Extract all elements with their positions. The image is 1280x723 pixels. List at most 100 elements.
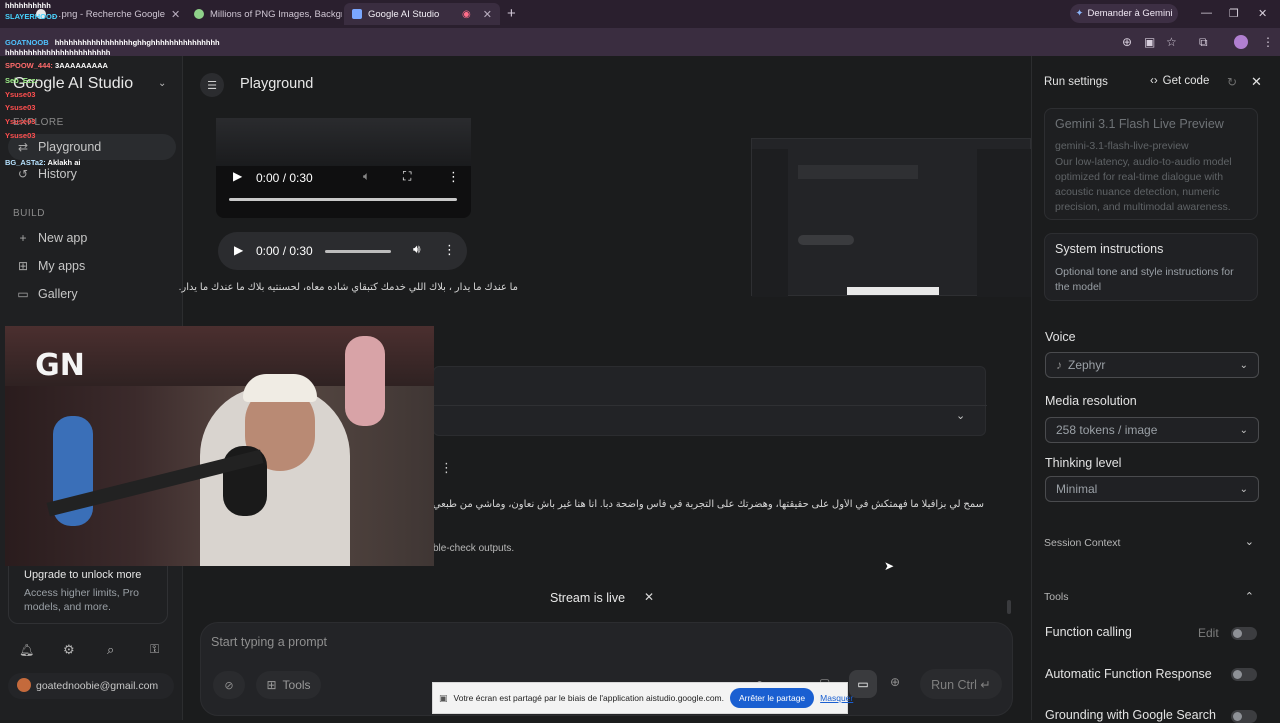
- tools-section-label: Tools: [1044, 591, 1069, 603]
- play-icon[interactable]: ▶: [234, 243, 243, 257]
- chat-user: Ysuse03: [5, 117, 36, 126]
- close-tab-icon[interactable]: ✕: [483, 8, 492, 21]
- chat-text: 3AAAAAAAAA: [55, 61, 108, 70]
- search-icon[interactable]: ⌕: [107, 642, 114, 658]
- video-progress-bar[interactable]: [229, 198, 457, 201]
- chevron-down-icon[interactable]: ⌄: [956, 409, 965, 422]
- sidebar-item-my-apps[interactable]: ⊞ My apps: [16, 259, 85, 273]
- tools-section-header[interactable]: Tools ⌃: [1044, 591, 1258, 603]
- notifications-icon[interactable]: 🔔︎: [19, 643, 34, 657]
- camera-off-button[interactable]: ⊘: [213, 671, 245, 699]
- sidebar-item-new-app[interactable]: + New app: [16, 231, 87, 245]
- session-context-header[interactable]: Session Context ⌄: [1044, 536, 1258, 549]
- upgrade-title: Upgrade to unlock more: [24, 569, 142, 581]
- new-tab-button[interactable]: +: [507, 5, 516, 22]
- close-stream-icon[interactable]: ✕: [644, 590, 654, 604]
- recording-icon: ◉: [462, 8, 471, 20]
- chat-user: Seb_Ezz:: [5, 76, 38, 85]
- minimize-icon[interactable]: —: [1201, 7, 1212, 19]
- collapsible-block[interactable]: ⌄: [433, 366, 987, 436]
- hide-link[interactable]: Masquer: [820, 693, 853, 703]
- bookmark-star-icon[interactable]: ☆: [1166, 35, 1177, 49]
- thumbnail-content: [798, 235, 854, 245]
- key-icon[interactable]: ⚿: [150, 642, 159, 657]
- close-window-icon[interactable]: ✕: [1258, 7, 1267, 20]
- video-menu-icon[interactable]: ⋮: [447, 169, 460, 185]
- close-panel-icon[interactable]: ✕: [1251, 74, 1262, 90]
- avatar: [17, 678, 31, 692]
- mouse-cursor: ➤: [884, 559, 895, 573]
- run-settings-title: Run settings: [1044, 76, 1108, 88]
- ask-gemini-button[interactable]: ✦ Demander à Gemini: [1070, 4, 1178, 23]
- thumbnail-content: [798, 165, 918, 179]
- voice-select[interactable]: ♪ Zephyr ⌄: [1045, 352, 1259, 378]
- sidebar-toggle-button[interactable]: ☰: [200, 73, 224, 97]
- chat-line: Ysuse03: [5, 103, 35, 112]
- message-menu-icon[interactable]: ⋮: [440, 460, 453, 476]
- model-card[interactable]: Gemini 3.1 Flash Live Preview gemini-3.1…: [1044, 108, 1258, 220]
- maximize-icon[interactable]: ❐: [1229, 7, 1239, 20]
- playground-icon: ⇄: [17, 140, 29, 154]
- close-tab-icon[interactable]: ✕: [171, 8, 180, 21]
- function-calling-toggle[interactable]: [1231, 627, 1257, 640]
- profile-avatar[interactable]: [1234, 35, 1248, 49]
- fullscreen-icon[interactable]: ⛶: [403, 169, 411, 184]
- add-icon[interactable]: ⊕: [890, 675, 900, 689]
- video-thumbnail: [216, 118, 471, 166]
- extensions-icon[interactable]: ⧉: [1199, 35, 1208, 50]
- audio-menu-icon[interactable]: ⋮: [443, 242, 456, 258]
- settings-gear-icon[interactable]: ⚙: [63, 642, 75, 658]
- zoom-icon[interactable]: ⊕: [1122, 35, 1132, 49]
- audio-time: 0:00 / 0:30: [256, 244, 313, 258]
- auto-function-response-toggle[interactable]: [1231, 668, 1257, 681]
- sidebar-label: History: [38, 167, 77, 181]
- sidebar-item-playground-label[interactable]: ⇄ Playground: [16, 140, 101, 154]
- run-settings-panel: Run settings ‹› Get code ↻ ✕ Gemini 3.1 …: [1031, 56, 1280, 723]
- divider: [434, 405, 987, 406]
- function-calling-label: Function calling: [1045, 625, 1132, 639]
- browser-tab[interactable]: Millions of PNG Images, Backgr… ✕: [186, 3, 342, 25]
- grounding-toggle[interactable]: [1231, 710, 1257, 723]
- cast-icon[interactable]: ▣: [1144, 35, 1155, 49]
- ai-studio-favicon: [352, 9, 362, 19]
- tools-button[interactable]: ⊞ Tools: [256, 671, 321, 699]
- browser-menu-icon[interactable]: ⋮: [1262, 35, 1274, 49]
- browser-tab-active[interactable]: Google AI Studio ◉ ✕: [344, 3, 500, 25]
- model-message-arabic-1: ما عندك ما يدار ، بلاك اللي خدمك كتبقاي …: [178, 282, 518, 293]
- upgrade-card[interactable]: Upgrade to unlock more Access higher lim…: [8, 556, 168, 624]
- system-instructions-card[interactable]: System instructions Optional tone and st…: [1044, 233, 1258, 301]
- run-button[interactable]: Run Ctrl ↵: [920, 669, 1002, 699]
- volume-icon[interactable]: 🔊︎: [413, 242, 421, 257]
- audio-seek-bar[interactable]: [325, 250, 391, 253]
- chevron-down-icon[interactable]: ⌄: [158, 78, 166, 89]
- chat-line: Seb_Ezz:: [5, 76, 38, 85]
- session-context-label: Session Context: [1044, 537, 1121, 549]
- voice-label: Voice: [1045, 330, 1076, 344]
- figurine: [345, 336, 385, 426]
- get-code-label: Get code: [1162, 75, 1210, 87]
- browser-tab-bar: …png - Recherche Google ✕ Millions of PN…: [0, 0, 1280, 28]
- chat-text: hhhhhhhhhh: [5, 1, 51, 10]
- prompt-input[interactable]: Start typing a prompt: [211, 635, 327, 649]
- media-resolution-select[interactable]: 258 tokens / image ⌄: [1045, 417, 1259, 443]
- sidebar-item-gallery[interactable]: ▭ Gallery: [16, 287, 77, 301]
- reset-icon[interactable]: ↻: [1227, 75, 1237, 89]
- webcam-overlay: GN: [5, 326, 434, 566]
- mute-icon[interactable]: 🔈︎: [363, 169, 370, 184]
- function-calling-edit[interactable]: Edit: [1198, 626, 1219, 640]
- chat-line: SPOOW_444: 3AAAAAAAAA: [5, 61, 108, 70]
- get-code-button[interactable]: ‹› Get code: [1150, 75, 1209, 87]
- video-player[interactable]: ▶ 0:00 / 0:30 🔈︎ ⛶ ⋮: [216, 118, 471, 218]
- chat-user: SLAYERHOOD: [5, 12, 58, 21]
- stop-sharing-button[interactable]: Arrêter le partage: [730, 688, 815, 708]
- voice-icon: ♪: [1056, 358, 1062, 372]
- chat-user: Ysuse03: [5, 103, 36, 112]
- play-icon[interactable]: ▶: [233, 169, 242, 183]
- scroll-indicator[interactable]: [1007, 600, 1011, 614]
- tab-label: …png - Recherche Google: [52, 8, 166, 20]
- thinking-level-select[interactable]: Minimal ⌄: [1045, 476, 1259, 502]
- screen-share-message: Votre écran est partagé par le biais de …: [453, 693, 725, 703]
- audio-player[interactable]: ▶ 0:00 / 0:30 🔊︎ ⋮: [218, 232, 467, 270]
- chat-text: Aklakh ai: [47, 158, 81, 167]
- sidebar-item-history[interactable]: ↺ History: [16, 167, 77, 181]
